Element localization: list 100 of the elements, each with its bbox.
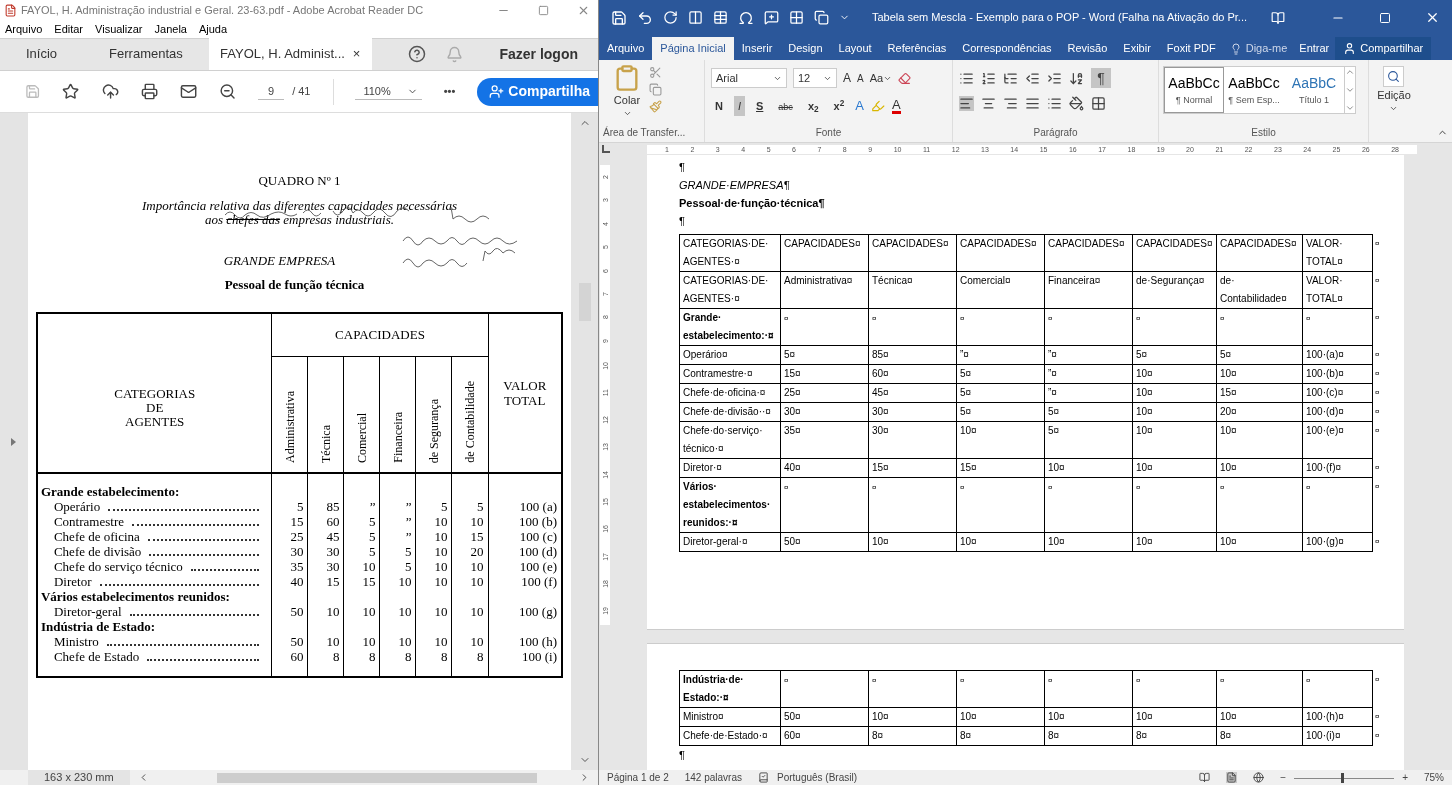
close-icon[interactable] [1425,10,1440,25]
scrollbar-thumb[interactable] [216,772,537,783]
web-layout-icon[interactable] [1253,772,1265,783]
table-cell: ¤ [784,483,789,492]
language-status[interactable]: Português (Brasil) [777,770,857,785]
align-left-icon[interactable] [959,96,974,111]
comment-icon[interactable] [764,10,779,25]
save-icon[interactable] [611,9,627,26]
menu-item[interactable]: Editar [54,20,84,38]
numbered-list-icon[interactable] [981,70,996,86]
mail-icon[interactable] [179,82,197,101]
table-icon[interactable] [713,10,728,25]
copy-icon[interactable] [814,10,829,25]
editing-button[interactable]: Edição [1377,66,1411,113]
panel-toggle-icon[interactable] [11,437,17,446]
format-button[interactable]: N [711,96,727,116]
person-icon[interactable] [1343,42,1357,55]
decrease-indent-icon[interactable] [1025,70,1040,86]
ribbon-tab[interactable]: Referências [879,37,955,60]
ribbon-tab[interactable]: Correspondências [954,37,1060,60]
format-button[interactable]: I [733,96,745,116]
font-color-button[interactable]: A [892,98,901,114]
zoom-dropdown[interactable]: 110% [355,82,422,101]
format-button[interactable]: x$_{2}$ [803,96,823,116]
share-button[interactable]: Compartilhar [1335,37,1432,60]
share-button[interactable]: Compartilha [477,77,598,106]
table-cell: 10¤ [1048,462,1065,473]
font-name-field[interactable]: Arial [711,68,787,88]
zoom-out-button[interactable]: − [1280,770,1287,785]
zoom-out-icon[interactable] [219,82,237,101]
slider-thumb[interactable] [1341,772,1345,783]
style-gallery-item[interactable]: AaBbCc ¶ Sem Esp... [1224,67,1284,113]
tab-close-button[interactable]: × [352,44,361,64]
zoom-in-button[interactable]: + [1402,770,1408,785]
undo-icon[interactable] [637,9,653,26]
ribbon-tab[interactable]: Arquivo [599,37,653,60]
proofing-icon[interactable] [758,772,769,783]
menu-item[interactable]: Visualizar [95,20,143,38]
font-size-field[interactable]: 12 [793,68,837,88]
end-of-row-mark: ¤ [1375,462,1380,472]
more-button[interactable]: ••• [443,83,456,100]
menu-item[interactable]: Janela [154,20,187,38]
tab-stop-icon[interactable] [602,145,610,153]
align-center-icon[interactable] [981,96,996,111]
ribbon-tab[interactable]: Inserir [733,37,781,60]
lightbulb-icon[interactable] [1229,42,1242,55]
ribbon-tab[interactable]: Design [780,37,831,60]
zoom-percentage[interactable]: 75% [1424,770,1444,785]
table-cell: ” [405,499,412,514]
menu-item[interactable]: Arquivo [5,20,43,38]
show-marks-button[interactable]: ¶ [1091,68,1111,88]
read-mode-icon[interactable] [1199,772,1211,783]
table-grid-icon[interactable] [688,10,703,25]
multilevel-list-icon[interactable] [1003,70,1018,86]
cloud-upload-icon[interactable] [101,82,119,101]
tab[interactable]: Início [0,38,84,70]
tab[interactable]: Ferramentas [83,38,209,70]
printer-icon[interactable] [140,82,158,101]
ribbon-tab[interactable]: Layout [830,37,880,60]
table-cell: 15 [362,574,376,589]
login-link[interactable]: Fazer logon [499,43,578,65]
text-effects-button[interactable]: A [855,96,864,116]
sign-in-link[interactable]: Entrar [1293,37,1336,60]
increase-indent-icon[interactable] [1047,70,1062,86]
change-case-button[interactable]: Aa [869,69,893,87]
borders-icon[interactable] [1091,96,1106,111]
table-cell: Vários·estabelecimentos·reunidos:·¤ [683,481,771,528]
word-count[interactable]: 142 palavras [684,770,742,785]
bullet-list-icon[interactable] [959,70,974,86]
add-user-icon[interactable] [489,84,505,99]
grow-font-button[interactable]: A [843,69,851,87]
menu-item[interactable]: Ajuda [198,20,228,38]
align-right-icon[interactable] [1003,96,1018,111]
format-button[interactable]: x$^{2}$ [829,96,849,116]
eraser-icon[interactable] [898,71,912,85]
omega-icon[interactable] [738,9,754,26]
ribbon-tab[interactable]: Página Inicial [652,37,734,60]
format-button[interactable]: S [752,96,768,116]
style-gallery-item[interactable]: AaBbC Título 1 [1284,67,1344,113]
sort-icon[interactable] [1069,70,1084,86]
print-layout-icon[interactable] [1226,772,1238,783]
format-button[interactable]: abc [774,96,797,116]
tell-me-field[interactable]: Diga-me [1245,40,1288,57]
page-number-field[interactable]: 9 [258,82,285,101]
zoom-slider[interactable] [1294,772,1395,783]
ribbon-tab[interactable]: Exibir [1115,37,1159,60]
table-cell: 10¤ [1136,368,1153,379]
style-gallery-item[interactable]: AaBbCc ¶ Normal [1164,67,1224,113]
page-count[interactable]: Página 1 de 2 [607,770,669,785]
search-icon[interactable] [1387,70,1401,83]
ribbon-tab[interactable]: Revisão [1059,37,1116,60]
ribbon-tab[interactable]: Foxit PDF [1158,37,1224,60]
star-icon[interactable] [62,82,80,101]
justify-icon[interactable] [1025,96,1040,111]
shading-icon[interactable] [1069,96,1084,111]
redo-icon[interactable] [663,10,678,25]
shrink-font-button[interactable]: A [857,70,864,86]
help-icon[interactable] [408,45,427,63]
tab[interactable]: FAYOL, H. Administ... × [208,38,372,70]
paste-button[interactable]: Colar [613,64,641,118]
